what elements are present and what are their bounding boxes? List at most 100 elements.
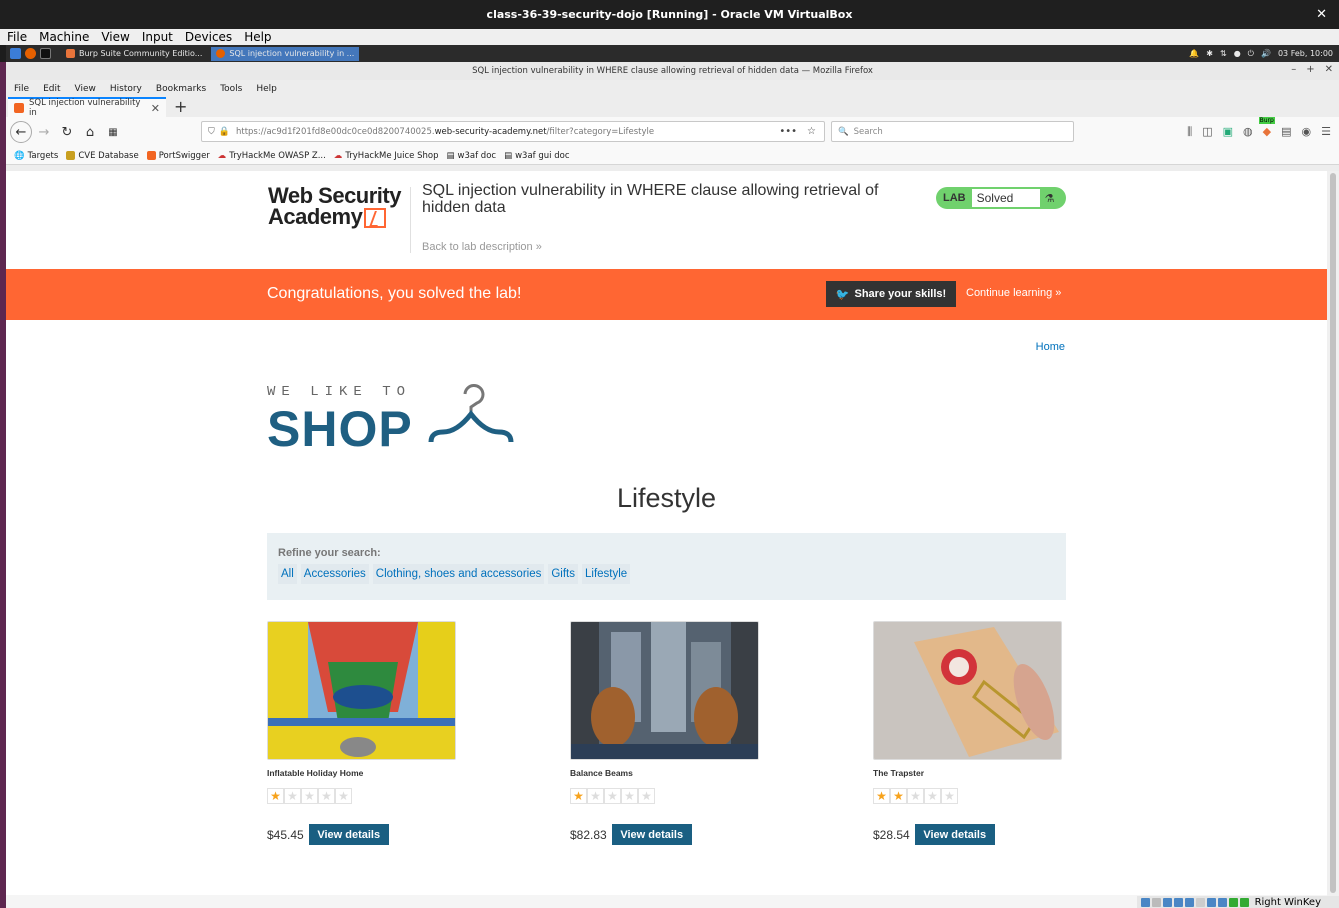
product-image[interactable] <box>570 621 759 760</box>
ff-menu-bookmarks[interactable]: Bookmarks <box>148 84 212 94</box>
bookmark-tryhackme-owasp[interactable]: ☁ TryHackMe OWASP Z... <box>218 151 326 161</box>
mouse-integration-icon[interactable] <box>1239 897 1249 907</box>
task-burp[interactable]: Burp Suite Community Editio... <box>61 47 207 61</box>
ff-menu-tools[interactable]: Tools <box>212 84 248 94</box>
bookmark-label: Targets <box>27 150 59 161</box>
filter-all[interactable]: All <box>278 564 297 584</box>
app-menu-icon[interactable] <box>10 48 21 59</box>
network-adapter-icon[interactable] <box>1173 897 1183 907</box>
filter-lifestyle[interactable]: Lifestyle <box>582 564 631 584</box>
window-close-icon[interactable]: ✕ <box>1325 64 1333 75</box>
ff-menu-view[interactable]: View <box>67 84 102 94</box>
task-firefox[interactable]: SQL injection vulnerability in ... <box>211 46 360 61</box>
shield-icon[interactable]: ⛉ <box>208 127 215 137</box>
volume-icon[interactable]: 🔊 <box>1261 49 1271 58</box>
bookmark-targets[interactable]: 🌐 Targets <box>14 151 58 161</box>
display-icon[interactable] <box>1206 897 1216 907</box>
bookmark-star-icon[interactable]: ☆ <box>807 126 816 137</box>
product-image[interactable] <box>267 621 456 760</box>
view-details-button[interactable]: View details <box>611 824 692 845</box>
star-icon: ★ <box>587 788 604 804</box>
share-skills-button[interactable]: 🐦 Share your skills! <box>826 281 956 307</box>
container-icon[interactable]: ▤ <box>1281 125 1291 139</box>
cpu-icon[interactable] <box>1228 897 1238 907</box>
home-link[interactable]: Home <box>1036 341 1065 353</box>
url-bar[interactable]: ⛉ 🔒 https://ac9d1f201fd8e00dc0ce0d820074… <box>201 121 825 142</box>
bookmark-portswigger[interactable]: PortSwigger <box>146 151 210 161</box>
shared-folder-icon[interactable] <box>1195 897 1205 907</box>
vb-menu-file[interactable]: File <box>0 30 32 44</box>
minimize-icon[interactable]: – <box>1291 64 1296 75</box>
proxy-icon[interactable]: ◍ <box>1243 125 1253 139</box>
new-tab-icon[interactable]: + <box>174 97 187 117</box>
account-icon[interactable]: ◉ <box>1302 125 1312 139</box>
bluetooth-icon[interactable]: ✱ <box>1206 49 1213 58</box>
tab-label: SQL injection vulnerability in <box>28 98 141 118</box>
continue-learning-link[interactable]: Continue learning » <box>966 287 1061 299</box>
view-details-button[interactable]: View details <box>308 824 389 845</box>
vb-menu-machine[interactable]: Machine <box>32 30 94 44</box>
power-icon[interactable]: ⏻ <box>1248 49 1254 59</box>
home-icon[interactable]: ⌂ <box>79 121 101 143</box>
bookmark-w3af-doc[interactable]: ▤ w3af doc <box>447 151 497 161</box>
star-icon: ★ <box>335 788 352 804</box>
bookmark-w3af-gui-doc[interactable]: ▤ w3af gui doc <box>504 151 569 161</box>
filter-gifts[interactable]: Gifts <box>548 564 578 584</box>
bookmark-cve-database[interactable]: CVE Database <box>66 151 139 161</box>
firefox-window-title: SQL injection vulnerability in WHERE cla… <box>472 66 873 76</box>
page-actions-icon[interactable]: ••• <box>779 126 797 137</box>
vb-menu-input[interactable]: Input <box>135 30 178 44</box>
page-scrollbar[interactable] <box>1327 171 1339 908</box>
ff-menu-edit[interactable]: Edit <box>35 84 66 94</box>
burp-icon <box>66 49 75 58</box>
star-icon: ★ <box>873 788 890 804</box>
harddisk-icon[interactable] <box>1140 897 1150 907</box>
library-icon[interactable]: ⫼ <box>1187 125 1192 139</box>
audio-icon[interactable] <box>1162 897 1172 907</box>
network-icon[interactable]: ⇅ <box>1220 49 1227 58</box>
terminal-icon[interactable] <box>40 48 51 59</box>
maximize-icon[interactable]: + <box>1306 64 1314 75</box>
recording-icon[interactable] <box>1217 897 1227 907</box>
search-input[interactable]: 🔍 Search <box>831 121 1074 142</box>
vb-menu-help[interactable]: Help <box>237 30 276 44</box>
back-to-lab-link[interactable]: Back to lab description » <box>422 241 542 253</box>
clock[interactable]: 03 Feb, 10:00 <box>1278 49 1333 58</box>
update-icon[interactable]: ● <box>1234 49 1241 58</box>
web-security-academy-logo[interactable]: Web Security Academy <box>268 185 408 229</box>
product-name: Balance Beams <box>570 768 633 778</box>
bookmark-tryhackme-juice[interactable]: ☁ TryHackMe Juice Shop <box>334 151 439 161</box>
lock-icon[interactable]: 🔒 <box>219 127 230 137</box>
close-icon[interactable]: ✕ <box>1316 7 1327 22</box>
tab-sql-injection[interactable]: SQL injection vulnerability in ✕ <box>8 97 166 118</box>
usb-icon[interactable] <box>1184 897 1194 907</box>
filter-accessories[interactable]: Accessories <box>300 564 369 584</box>
refine-search-panel: Refine your search: All Accessories Clot… <box>267 533 1066 600</box>
ff-menu-history[interactable]: History <box>102 84 148 94</box>
double-chevron-icon: » <box>535 241 542 253</box>
burp-extension-icon[interactable]: ◆ Burp <box>1258 117 1275 139</box>
flask-icon: ⚗ <box>1044 191 1055 205</box>
forward-arrow-icon[interactable]: → <box>33 121 55 143</box>
ff-menu-help[interactable]: Help <box>248 84 283 94</box>
optical-icon[interactable] <box>1151 897 1161 907</box>
bell-icon[interactable]: 🔔 <box>1189 49 1199 58</box>
screenshot-icon[interactable]: ▦ <box>102 121 124 143</box>
scrollbar-thumb[interactable] <box>1330 173 1336 893</box>
firefox-icon[interactable] <box>25 48 36 59</box>
vb-menu-view[interactable]: View <box>94 30 134 44</box>
product-image[interactable] <box>873 621 1062 760</box>
sidebar-icon[interactable]: ◫ <box>1202 125 1212 139</box>
reload-icon[interactable]: ↻ <box>56 121 78 143</box>
filter-clothing[interactable]: Clothing, shoes and accessories <box>372 564 545 584</box>
vb-menu-devices[interactable]: Devices <box>178 30 237 44</box>
hamburger-menu-icon[interactable]: ☰ <box>1321 125 1331 139</box>
shop-brand: SHOP <box>267 401 413 457</box>
view-details-button[interactable]: View details <box>914 824 995 845</box>
back-arrow-icon[interactable]: ← <box>10 121 32 143</box>
page-content: Web Security Academy SQL injection vulne… <box>6 171 1327 908</box>
extension-icon[interactable]: ▣ <box>1223 125 1233 139</box>
tab-close-icon[interactable]: ✕ <box>151 102 160 115</box>
ff-menu-file[interactable]: File <box>6 84 35 94</box>
globe-icon: 🌐 <box>14 150 25 161</box>
